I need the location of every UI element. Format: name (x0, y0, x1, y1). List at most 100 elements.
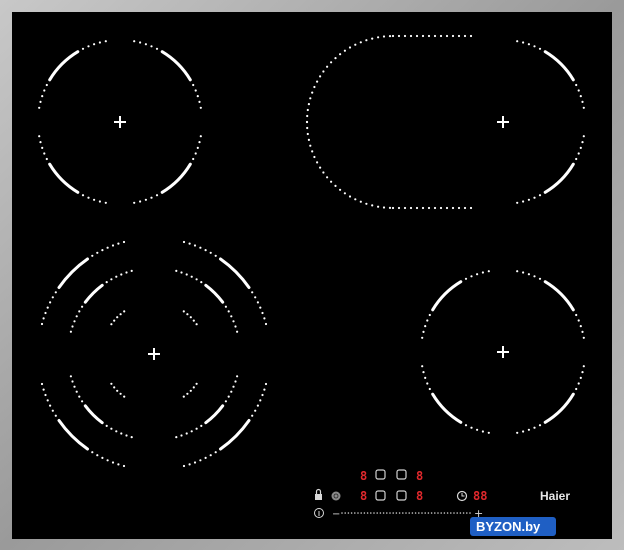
marking-dot (182, 240, 186, 244)
marking-dot (196, 95, 199, 98)
marking-dot (190, 430, 193, 433)
marking-dot (199, 246, 202, 249)
marking-dot (463, 34, 467, 38)
slider-dot (398, 512, 401, 514)
marking-dot (377, 205, 380, 208)
marking-dot (334, 57, 337, 60)
marking-dot (224, 305, 227, 308)
marking-dot (581, 141, 584, 144)
marking-dot (123, 310, 126, 313)
marking-dot (75, 390, 78, 393)
slider-minus-icon[interactable]: − (332, 509, 340, 520)
marking-dot (577, 152, 580, 155)
slider-dot (350, 512, 353, 514)
marking-dot (464, 277, 468, 280)
marking-dot (256, 301, 259, 304)
marking-dot (234, 380, 237, 383)
marking-dot (457, 34, 461, 38)
slider-dot (395, 512, 398, 514)
slider-dot (392, 512, 395, 514)
marking-dot (533, 426, 536, 429)
marking-dot (348, 195, 352, 198)
marking-dot (439, 34, 443, 38)
marking-dot (106, 459, 109, 462)
marking-dot (204, 249, 207, 252)
marking-dot (544, 421, 547, 424)
marking-dot (46, 306, 49, 309)
marking-dot (424, 376, 427, 379)
marking-dot (122, 464, 126, 468)
marking-dot (445, 206, 449, 210)
marking-dot (409, 206, 413, 210)
marking-dot (115, 430, 118, 433)
marking-dot (391, 34, 395, 38)
marking-dot (343, 49, 346, 52)
marking-dot (426, 382, 429, 385)
zone-display-bottom-left: 8 (360, 489, 367, 503)
marking-dot (579, 376, 582, 379)
slider-dot (421, 512, 423, 514)
marking-dot (421, 336, 424, 339)
marking-dot (120, 273, 123, 276)
marking-dot (42, 317, 45, 320)
slider-dot (347, 512, 350, 514)
power-slider[interactable] (341, 512, 471, 514)
slider-dot (344, 512, 347, 514)
slider-dot (462, 512, 465, 514)
marking-dot (326, 176, 329, 179)
marking-dot (313, 155, 316, 159)
marking-dot (96, 251, 99, 254)
marking-dot (214, 254, 217, 257)
marking-dot (522, 200, 525, 203)
marking-dot (522, 430, 525, 433)
slider-dot (466, 512, 468, 514)
marking-dot (198, 100, 201, 103)
marking-dot (470, 426, 473, 429)
slider-dot (469, 512, 471, 514)
marking-dot (439, 206, 443, 210)
marking-dot (81, 305, 84, 308)
marking-dot (91, 254, 94, 257)
marking-dot (93, 198, 96, 201)
marking-dot (110, 323, 113, 326)
marking-dot (189, 316, 192, 319)
marking-dot (192, 386, 195, 389)
marking-dot (78, 310, 81, 313)
power-icon[interactable] (331, 491, 341, 501)
marking-dot (44, 311, 47, 315)
marking-dot (200, 424, 203, 427)
marking-dot (581, 330, 584, 333)
marking-dot (48, 163, 51, 166)
slider-dot (453, 512, 455, 514)
marking-dot (214, 451, 217, 454)
marking-dot (581, 100, 584, 103)
marking-dot (182, 464, 186, 468)
marking-dot (81, 47, 85, 50)
marking-dot (251, 414, 254, 417)
marking-dot (186, 313, 189, 316)
slider-dot (366, 512, 369, 514)
marking-dot (421, 365, 424, 368)
marking-dot (263, 388, 266, 391)
marking-dot (263, 317, 266, 320)
marking-dot (451, 206, 455, 210)
marking-dot (144, 43, 147, 46)
slider-dot (456, 512, 459, 514)
marking-dot (259, 399, 262, 402)
marking-dot (316, 161, 319, 164)
marking-dot (43, 152, 46, 155)
marking-dot (101, 284, 104, 287)
zone-display-top-right: 8 (416, 469, 423, 483)
marking-dot (43, 89, 46, 92)
marking-dot (348, 46, 352, 49)
marking-dot (575, 387, 578, 391)
marking-dot (319, 166, 322, 169)
marking-dot (73, 385, 76, 388)
slider-dot (414, 512, 417, 514)
marking-dot (427, 206, 431, 210)
marking-dot (41, 95, 44, 98)
marking-dot (150, 196, 153, 199)
marking-dot (579, 325, 582, 328)
slider-dot (427, 512, 430, 514)
marking-dot (307, 103, 310, 106)
